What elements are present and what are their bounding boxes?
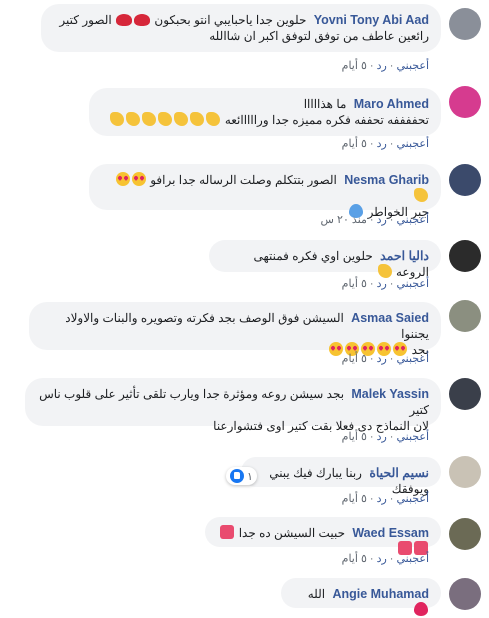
timestamp[interactable]: منذ ٢٠ س xyxy=(321,214,367,226)
comment-bubble: Malek Yassin بجد سيشن روعه ومؤثرة جدا وي… xyxy=(25,378,441,433)
reply-link[interactable]: رد xyxy=(377,431,387,443)
avatar[interactable] xyxy=(449,518,481,550)
timestamp[interactable]: ٥ أيام xyxy=(342,493,367,505)
reply-link[interactable]: رد xyxy=(377,553,387,565)
emoji-kiss xyxy=(116,14,133,26)
emoji-heart-eyes xyxy=(131,172,146,186)
like-link[interactable]: أعجبني xyxy=(396,60,429,72)
avatar[interactable] xyxy=(449,578,481,610)
author-name[interactable]: Waed Essam xyxy=(352,526,429,540)
avatar[interactable] xyxy=(449,164,481,196)
comment-text: حلوين جدا ياحبايبي انتو بحبكون xyxy=(154,13,307,27)
comment-bubble: Maro Ahmed ما هذااااا تحففففه تحففه فكره… xyxy=(89,88,441,136)
emoji-heart-gift xyxy=(220,525,235,539)
emoji-clap xyxy=(414,188,428,202)
comment-bubble: Nesma Gharib الصور بتتكلم وصلت الرساله ج… xyxy=(89,164,441,219)
emoji-clap xyxy=(206,112,221,126)
avatar[interactable] xyxy=(449,300,481,332)
avatar[interactable] xyxy=(449,378,481,410)
comment-meta: أعجبني·رد·منذ ٢٠ س xyxy=(320,214,429,226)
like-link[interactable]: أعجبني xyxy=(396,493,429,505)
emoji-clap xyxy=(174,112,189,126)
like-link[interactable]: أعجبني xyxy=(396,431,429,443)
comment-meta: أعجبني·رد·٥ أيام xyxy=(341,353,429,365)
comment-text: ما هذااااا xyxy=(303,97,347,111)
like-link[interactable]: أعجبني xyxy=(396,138,429,150)
timestamp[interactable]: ٥ أيام xyxy=(342,431,367,443)
emoji-clap xyxy=(158,112,173,126)
author-name[interactable]: Asmaa Saied xyxy=(351,311,429,325)
reply-link[interactable]: رد xyxy=(377,493,387,505)
avatar[interactable] xyxy=(449,86,481,118)
comment-text-cont: تحففففه تحففه فكره مميزه جدا ورااااائعه xyxy=(224,113,429,127)
reply-link[interactable]: رد xyxy=(377,60,387,72)
comment-text: الصور بتتكلم وصلت الرساله جدا برافو xyxy=(150,173,337,187)
author-name[interactable]: Yovni Tony Abi Aad xyxy=(314,13,429,27)
timestamp[interactable]: ٥ أيام xyxy=(342,353,367,365)
comment-bubble: Asmaa Saied السيشن فوق الوصف بجد فكرته و… xyxy=(29,302,441,357)
avatar[interactable] xyxy=(449,8,481,40)
comment-bubble: نسيم الحياة ربنا يبارك فيك يبني ويوفقك xyxy=(241,457,441,496)
author-name[interactable]: Angie Muhamad xyxy=(332,587,429,601)
like-link[interactable]: أعجبني xyxy=(396,353,429,365)
emoji-clap xyxy=(126,112,141,126)
comment-bubble: داليا احمد حلوين اوي فكره فمنتهى الروعه xyxy=(209,240,441,279)
emoji-kiss xyxy=(134,14,151,26)
comment-bubble: Angie Muhamad الله xyxy=(281,578,441,616)
emoji-clap xyxy=(110,112,125,126)
emoji-red-heart xyxy=(414,602,428,616)
avatar[interactable] xyxy=(449,456,481,488)
comment-meta: أعجبني·رد·٥ أيام xyxy=(341,431,429,443)
emoji-heart-eyes xyxy=(115,172,130,186)
emoji-clap xyxy=(142,112,157,126)
comment-bubble: Yovni Tony Abi Aad حلوين جدا ياحبايبي ان… xyxy=(41,4,441,52)
avatar[interactable] xyxy=(449,240,481,272)
comment-meta: أعجبني·رد·٥ أيام xyxy=(341,493,429,505)
emoji-clap xyxy=(377,264,392,278)
author-name[interactable]: Nesma Gharib xyxy=(344,173,429,187)
comment-text: حبيت السيشن ده جدا xyxy=(238,526,345,540)
timestamp[interactable]: ٥ أيام xyxy=(342,60,367,72)
reply-link[interactable]: رد xyxy=(377,278,387,290)
like-link[interactable]: أعجبني xyxy=(396,214,429,226)
comment-meta: أعجبني·رد·٥ أيام xyxy=(341,138,429,150)
reply-link[interactable]: رد xyxy=(377,214,387,226)
timestamp[interactable]: ٥ أيام xyxy=(342,278,367,290)
emoji-clap xyxy=(190,112,205,126)
like-link[interactable]: أعجبني xyxy=(396,553,429,565)
comment-meta: أعجبني·رد·٥ أيام xyxy=(341,60,429,72)
comment-bubble: Waed Essam حبيت السيشن ده جدا xyxy=(205,517,441,555)
comment-meta: أعجبني·رد·٥ أيام xyxy=(341,278,429,290)
timestamp[interactable]: ٥ أيام xyxy=(342,138,367,150)
comment-text: الله xyxy=(307,587,326,601)
comment-meta: أعجبني·رد·٥ أيام xyxy=(341,553,429,565)
timestamp[interactable]: ٥ أيام xyxy=(342,553,367,565)
author-name[interactable]: نسيم الحياة xyxy=(369,466,429,480)
author-name[interactable]: داليا احمد xyxy=(380,249,429,263)
reaction-count-number: ١ xyxy=(247,470,253,483)
reply-link[interactable]: رد xyxy=(377,353,387,365)
reaction-count[interactable]: ١ xyxy=(226,467,257,485)
reply-link[interactable]: رد xyxy=(377,138,387,150)
author-name[interactable]: Malek Yassin xyxy=(351,387,429,401)
like-icon xyxy=(230,469,244,483)
author-name[interactable]: Maro Ahmed xyxy=(354,97,429,111)
like-link[interactable]: أعجبني xyxy=(396,278,429,290)
